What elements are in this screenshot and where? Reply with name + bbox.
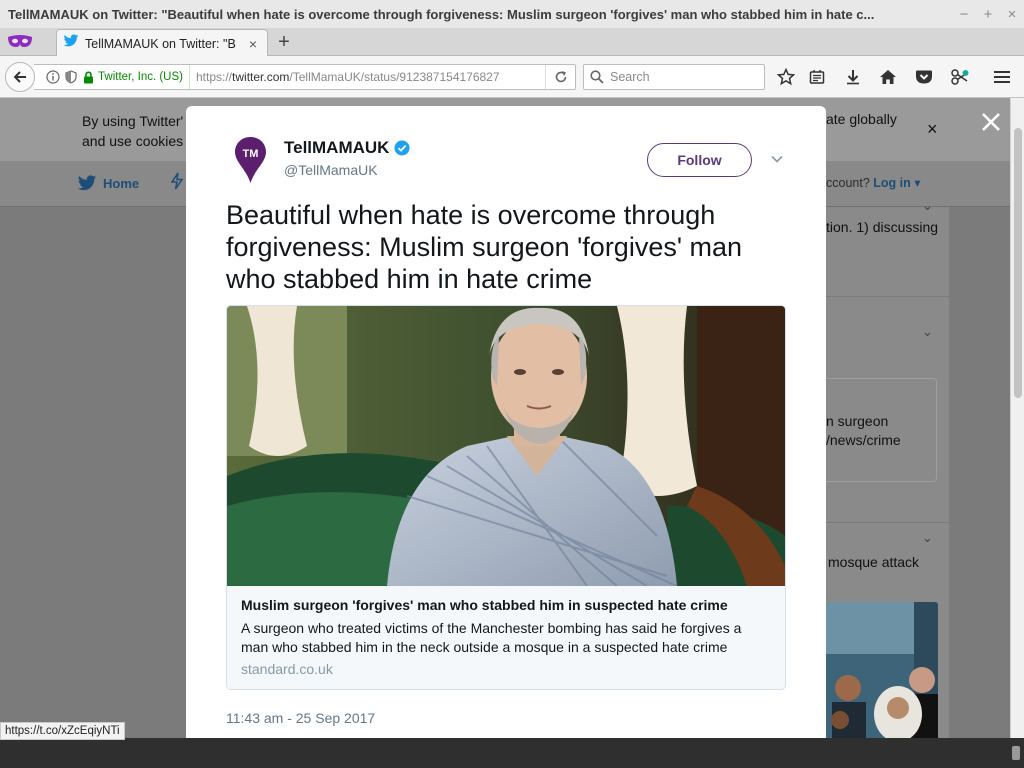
cookie-text-right: ate globally (826, 111, 897, 127)
moments-icon[interactable] (170, 172, 184, 195)
tweet-modal: TM TellMAMAUK @TellMamaUK Follow Beautif… (186, 106, 826, 746)
tab-bar: TellMAMAUK on Twitter: "B × + (0, 28, 1024, 57)
minimize-button[interactable]: − (952, 6, 976, 23)
nav-account-text: ccount? (826, 176, 870, 190)
site-identity[interactable]: Twitter, Inc. (US) (34, 65, 190, 89)
page-scrollbar[interactable] (1010, 98, 1024, 738)
mask-icon[interactable] (6, 31, 34, 53)
side-text-news-crime: /news/crime (826, 432, 901, 448)
card-image[interactable] (227, 306, 785, 586)
new-tab-button[interactable]: + (272, 31, 296, 53)
maximize-button[interactable]: + (976, 6, 1000, 23)
tweet-text: Beautiful when hate is overcome through … (226, 200, 743, 294)
search-input[interactable]: Search (583, 64, 765, 90)
chevron-down-icon[interactable]: ⌄ (922, 198, 933, 214)
tweet-timestamp[interactable]: 11:43 am - 25 Sep 2017 (226, 710, 375, 726)
info-icon (46, 70, 60, 84)
navigation-toolbar: Twitter, Inc. (US) https://twitter.com/T… (0, 56, 1024, 98)
chevron-down-icon[interactable]: ⌄ (922, 530, 933, 546)
verified-icon (394, 140, 410, 156)
back-arrow-icon (13, 71, 26, 83)
bottom-bar (0, 738, 1024, 768)
close-icon[interactable] (979, 110, 1003, 134)
cookie-text-line2: and use cookies (82, 133, 184, 149)
bottom-scroll-knob[interactable] (1012, 746, 1020, 760)
user-handle[interactable]: @TellMamaUK (284, 162, 378, 178)
login-link[interactable]: Log in (873, 176, 911, 190)
side-text-surgeon: n surgeon (826, 413, 889, 429)
lock-icon (84, 70, 93, 83)
card-description: A surgeon who treated victims of the Man… (241, 620, 742, 655)
search-icon (590, 70, 604, 84)
twitter-bird-icon (63, 34, 79, 53)
follow-button[interactable]: Follow (647, 143, 752, 177)
status-link-preview: https://t.co/xZcEqiyNTi (0, 722, 125, 740)
url-text[interactable]: https://twitter.com/TellMamaUK/status/91… (190, 70, 542, 84)
display-name[interactable]: TellMAMAUK (284, 138, 410, 158)
nav-login[interactable]: ccount? Log in ▾ (826, 175, 921, 190)
avatar[interactable]: TM (234, 136, 267, 184)
chevron-down-icon[interactable] (770, 152, 784, 166)
side-photo[interactable] (826, 602, 938, 738)
download-icon[interactable] (842, 66, 864, 88)
site-organization: Twitter, Inc. (US) (98, 71, 183, 83)
window-titlebar: TellMAMAUK on Twitter: "Beautiful when h… (0, 0, 1024, 28)
sidebar-divider (826, 522, 949, 523)
twitter-bird-icon (77, 175, 97, 191)
star-icon[interactable] (775, 66, 797, 88)
reload-icon (555, 71, 566, 83)
home-icon[interactable] (877, 66, 899, 88)
cookie-text: By using Twitter' and use cookies (82, 111, 183, 151)
url-path: /TellMamaUK/status/912387154176827 (289, 70, 500, 84)
tab-close-button[interactable]: × (245, 36, 261, 52)
tab-title: TellMAMAUK on Twitter: "B (85, 36, 236, 51)
window-close-button[interactable]: × (1000, 6, 1024, 23)
avatar-text: TM (243, 148, 259, 160)
window-title: TellMAMAUK on Twitter: "Beautiful when h… (8, 6, 875, 22)
tab-twitter[interactable]: TellMAMAUK on Twitter: "B × (56, 29, 268, 57)
display-name-text: TellMAMAUK (284, 138, 390, 157)
cookie-close-button[interactable]: × (927, 119, 938, 140)
chevron-down-icon[interactable]: ⌄ (922, 324, 933, 340)
shield-icon (65, 70, 77, 84)
reading-list-icon[interactable] (806, 66, 828, 88)
cookie-text-line1: By using Twitter' (82, 113, 184, 129)
card-domain: standard.co.uk (241, 661, 333, 677)
url-prefix: https:// (196, 70, 233, 84)
reload-button[interactable] (545, 65, 575, 89)
card-body[interactable]: Muslim surgeon 'forgives' man who stabbe… (227, 586, 785, 689)
nav-home-label: Home (103, 176, 140, 191)
nav-home-link[interactable]: Home (77, 175, 139, 192)
scrollbar-thumb[interactable] (1014, 128, 1022, 398)
pocket-icon[interactable] (913, 66, 935, 88)
url-host: twitter.com (232, 70, 290, 84)
card-title: Muslim surgeon 'forgives' man who stabbe… (241, 597, 728, 613)
link-card[interactable]: Muslim surgeon 'forgives' man who stabbe… (226, 305, 786, 690)
menu-icon[interactable] (991, 66, 1013, 88)
search-placeholder: Search (610, 70, 650, 84)
back-button[interactable] (5, 62, 35, 92)
extension-icon[interactable] (949, 66, 971, 88)
sidebar-divider (826, 296, 949, 297)
url-bar[interactable]: Twitter, Inc. (US) https://twitter.com/T… (34, 64, 576, 90)
side-link-card[interactable] (826, 378, 937, 482)
side-text-mosque-attack: mosque attack (828, 554, 920, 570)
side-text-discussing: tion. 1) discussing (826, 219, 939, 235)
